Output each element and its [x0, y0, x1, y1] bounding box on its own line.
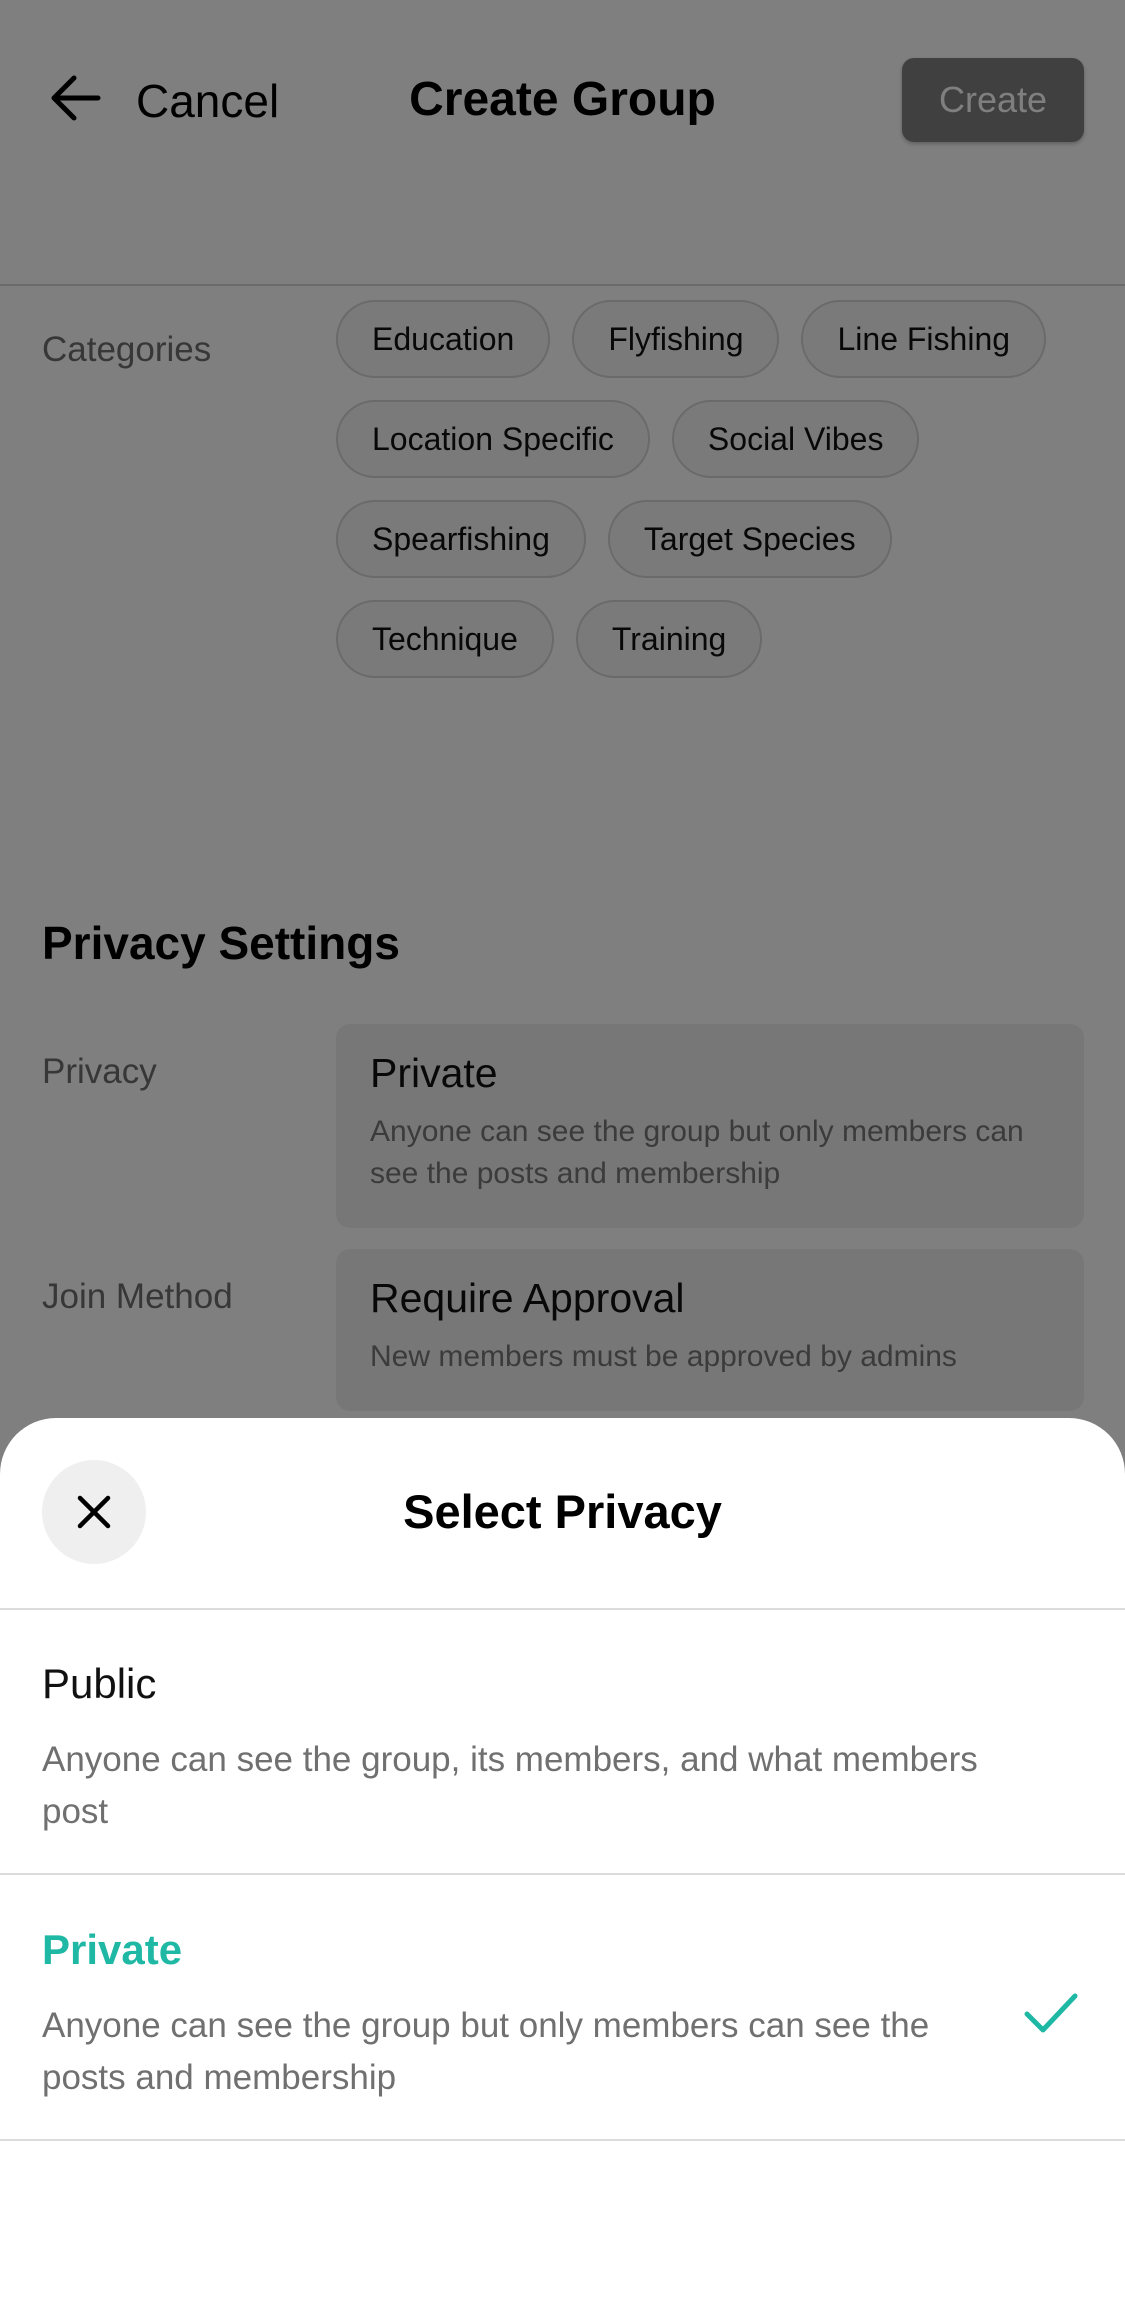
privacy-option-public[interactable]: Public Anyone can see the group, its mem…: [0, 1660, 1125, 1838]
sheet-title: Select Privacy: [403, 1485, 722, 1538]
privacy-option-private[interactable]: Private Anyone can see the group but onl…: [0, 1926, 1125, 2104]
select-privacy-sheet: Select Privacy Public Anyone can see the…: [0, 1418, 1125, 2302]
divider: [0, 1608, 1125, 1610]
divider: [0, 2139, 1125, 2141]
option-title: Private: [42, 1926, 183, 1973]
option-description: Anyone can see the group but only member…: [42, 2006, 930, 2097]
checkmark-icon: [1024, 1993, 1078, 2033]
option-description: Anyone can see the group, its members, a…: [42, 1740, 978, 1831]
option-title: Public: [42, 1660, 157, 1707]
divider: [0, 1873, 1125, 1875]
